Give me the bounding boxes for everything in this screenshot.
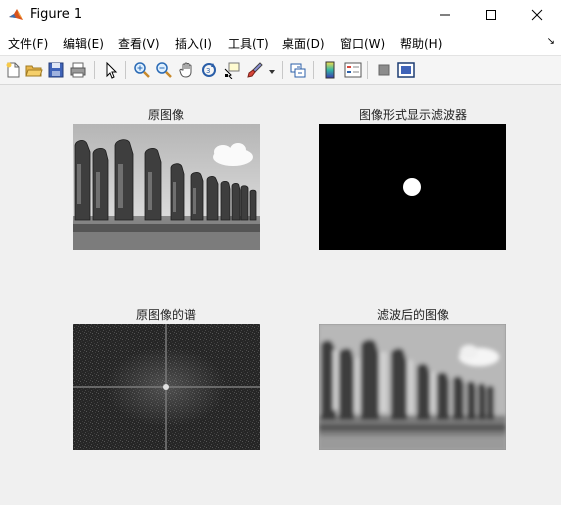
menu-help[interactable]: 帮助(H)	[400, 35, 442, 52]
zoom-out-icon[interactable]	[155, 61, 173, 79]
svg-text:3: 3	[206, 67, 210, 75]
save-icon[interactable]	[47, 61, 65, 79]
toolbar-separator	[94, 61, 95, 79]
pan-hand-icon[interactable]	[178, 61, 196, 79]
window-title: Figure 1	[30, 7, 83, 22]
subplot-title-spectrum: 原图像的谱	[135, 308, 196, 322]
subplot-title-original: 原图像	[147, 108, 184, 122]
dock-arrow-icon[interactable]: ↘	[547, 36, 555, 47]
menu-tools[interactable]: 工具(T)	[228, 35, 269, 52]
filter-image	[319, 124, 506, 250]
data-cursor-icon[interactable]	[223, 61, 241, 80]
minimize-button[interactable]	[422, 0, 468, 30]
spectrum-image-axes	[73, 324, 260, 450]
original-image-axes	[73, 124, 260, 250]
menu-bar: 文件(F) 编辑(E) 查看(V) 插入(I) 工具(T) 桌面(D) 窗口(W…	[0, 30, 561, 55]
brush-dropdown-icon[interactable]	[267, 61, 277, 79]
toolbar-separator	[313, 61, 314, 79]
toolbar-separator	[282, 61, 283, 79]
rotate-3d-icon[interactable]: 3	[200, 61, 218, 79]
filter-image-axes	[319, 124, 506, 250]
filtered-image	[319, 324, 506, 450]
subplot-title-filtered: 滤波后的图像	[376, 308, 449, 322]
menu-view[interactable]: 查看(V)	[118, 35, 160, 52]
new-figure-icon[interactable]	[4, 61, 22, 79]
open-file-icon[interactable]	[25, 61, 43, 79]
show-plot-tools-icon[interactable]	[397, 61, 415, 79]
print-icon[interactable]	[69, 61, 87, 79]
insert-legend-icon[interactable]	[344, 61, 362, 79]
subplot-title-filter: 图像形式显示滤波器	[358, 108, 467, 122]
menu-file[interactable]: 文件(F)	[8, 35, 48, 52]
filtered-image-axes	[319, 324, 506, 450]
menu-edit[interactable]: 编辑(E)	[63, 35, 104, 52]
toolbar-separator	[367, 61, 368, 79]
menu-window[interactable]: 窗口(W)	[340, 35, 385, 52]
close-button[interactable]	[514, 0, 560, 30]
edit-plot-arrow-icon[interactable]	[102, 61, 120, 79]
filter-disk	[403, 178, 421, 196]
brush-icon[interactable]	[246, 61, 264, 79]
figure-toolbar: 3	[0, 55, 561, 85]
matlab-logo-icon	[8, 7, 24, 23]
hide-plot-tools-icon[interactable]	[375, 61, 393, 79]
spectrum-image	[73, 324, 260, 450]
zoom-in-icon[interactable]	[133, 61, 151, 79]
original-image	[73, 124, 260, 250]
toolbar-separator	[125, 61, 126, 79]
menu-insert[interactable]: 插入(I)	[175, 35, 212, 52]
maximize-button[interactable]	[468, 0, 514, 30]
insert-colorbar-icon[interactable]	[321, 61, 339, 79]
title-bar: Figure 1	[0, 0, 561, 30]
link-plot-icon[interactable]	[289, 61, 307, 79]
menu-desktop[interactable]: 桌面(D)	[282, 35, 325, 52]
